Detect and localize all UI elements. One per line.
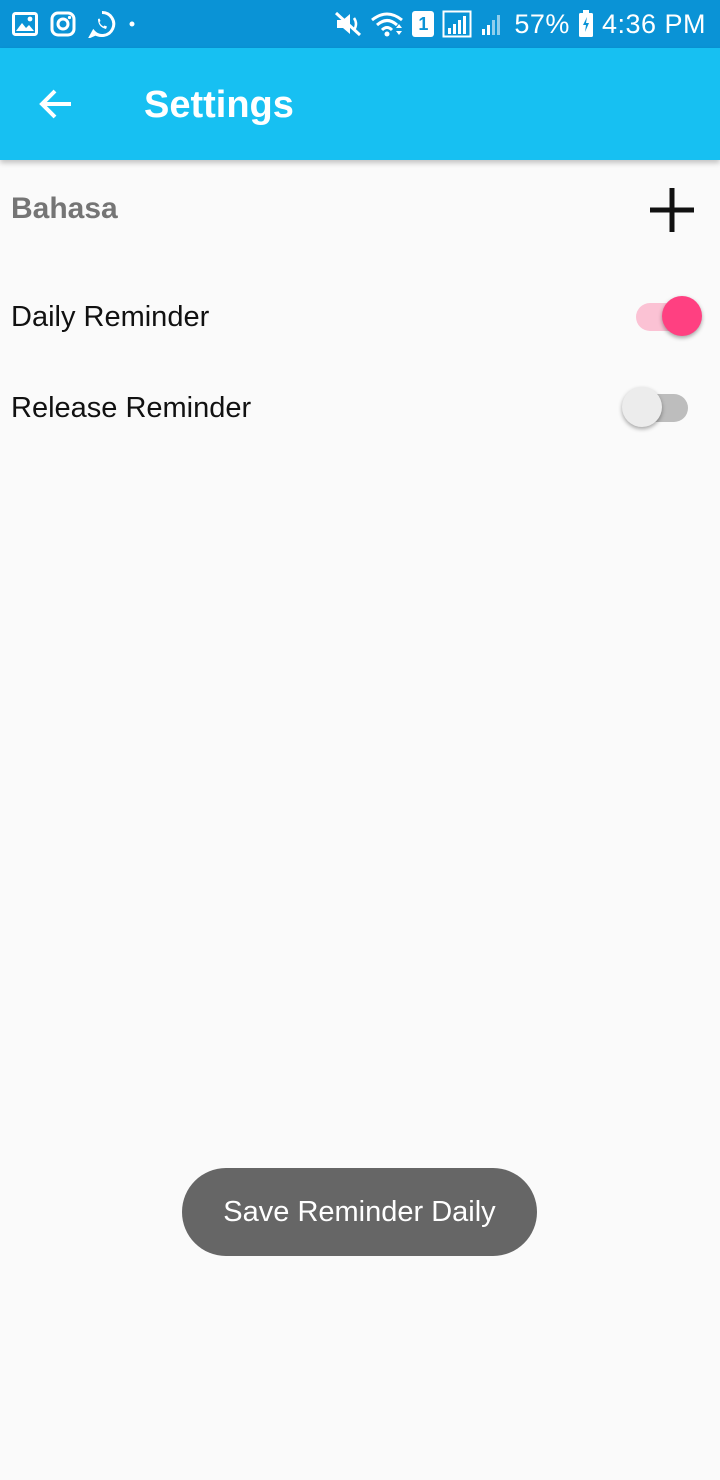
signal-icon — [442, 10, 472, 38]
release-reminder-row[interactable]: Release Reminder — [0, 363, 720, 453]
app-bar: Settings — [0, 48, 720, 160]
battery-icon — [578, 10, 593, 37]
daily-reminder-row[interactable]: Daily Reminder — [0, 272, 720, 362]
wifi-icon — [371, 12, 404, 37]
gallery-icon — [12, 12, 38, 36]
toast-message: Save Reminder Daily — [182, 1168, 537, 1256]
add-language-button[interactable] — [644, 184, 700, 236]
status-bar: 1 57% 4:36 PM — [0, 0, 720, 48]
sim-1-icon: 1 — [412, 11, 435, 37]
switch-thumb — [662, 296, 702, 336]
clock: 4:36 PM — [601, 8, 706, 39]
release-reminder-label: Release Reminder — [11, 392, 252, 424]
daily-reminder-label: Daily Reminder — [11, 301, 210, 333]
back-button[interactable] — [24, 76, 88, 132]
battery-percent: 57% — [514, 8, 570, 39]
switch-thumb — [622, 387, 662, 427]
mute-icon — [335, 11, 362, 37]
plus-icon — [650, 188, 694, 232]
signal-2-icon — [482, 15, 501, 35]
status-bar-right: 1 57% 4:36 PM — [326, 9, 706, 40]
arrow-left-icon — [39, 89, 71, 119]
release-reminder-switch[interactable] — [620, 385, 708, 431]
daily-reminder-switch[interactable] — [620, 294, 708, 340]
language-label: Bahasa — [11, 192, 118, 225]
whatsapp-icon — [88, 10, 116, 38]
page-title: Settings — [144, 84, 294, 126]
language-row: Bahasa — [0, 160, 720, 260]
status-bar-left — [12, 10, 148, 38]
dot-icon — [129, 21, 135, 27]
instagram-icon — [50, 11, 76, 37]
